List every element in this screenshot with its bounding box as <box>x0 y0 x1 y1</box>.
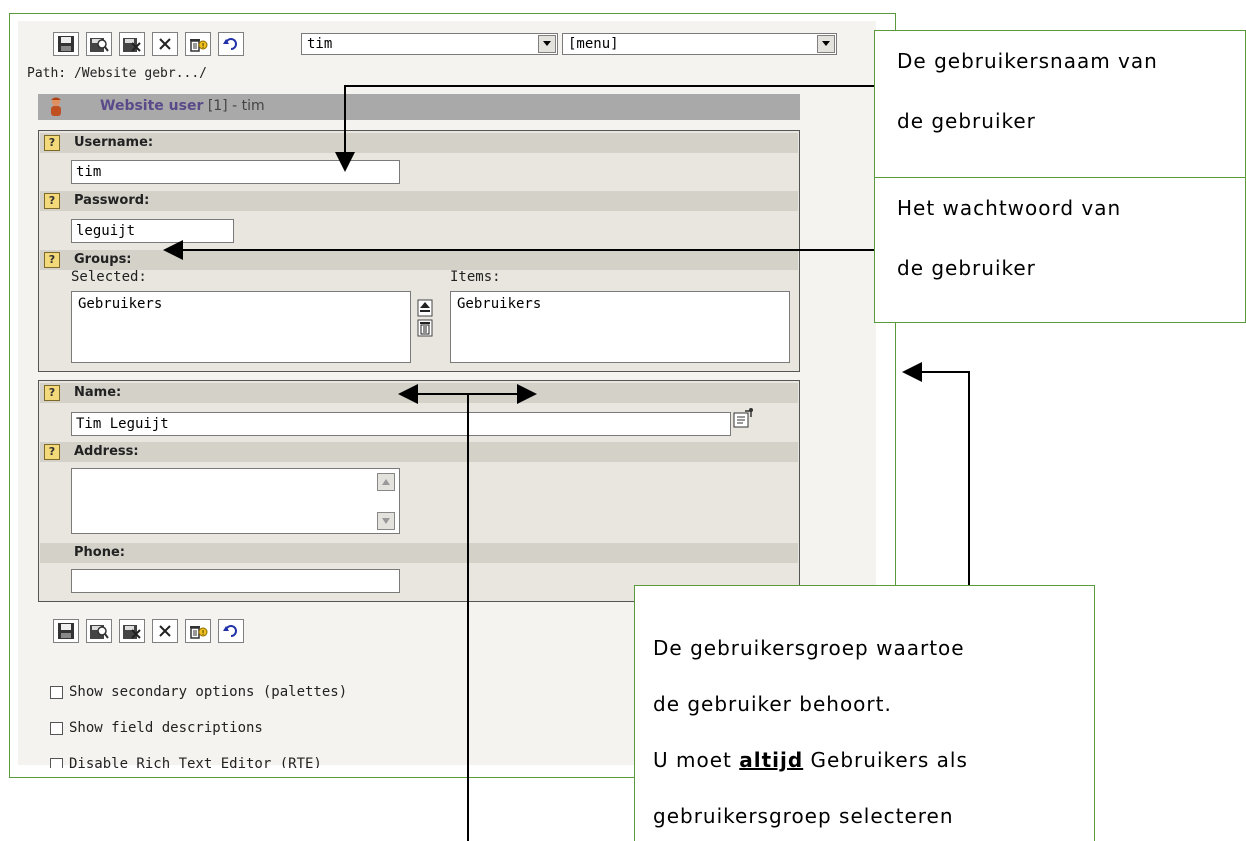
username-input[interactable]: tim <box>71 160 400 184</box>
save-close-icon[interactable] <box>119 32 145 56</box>
callout-text: De gebruikersgroep waartoe <box>653 636 965 660</box>
callout-text: de gebruiker <box>897 109 1036 133</box>
arrow-group <box>902 362 970 585</box>
svg-text:!: ! <box>202 629 205 637</box>
edit-form-icon[interactable] <box>731 407 755 435</box>
checkbox[interactable] <box>50 757 63 768</box>
username-label-row: ? Username: <box>40 133 798 153</box>
phone-input[interactable] <box>71 569 400 593</box>
checkbox[interactable] <box>50 721 63 735</box>
help-icon[interactable]: ? <box>44 385 60 401</box>
move-top-icon[interactable] <box>417 299 433 321</box>
selected-groups-list[interactable]: Gebruikers <box>71 291 411 363</box>
items-label: Items: <box>450 269 501 285</box>
option-field-descriptions[interactable]: Show field descriptions <box>50 720 263 736</box>
option-disable-rte[interactable]: Disable Rich Text Editor (RTE) <box>50 756 322 768</box>
password-input[interactable]: leguijt <box>71 219 234 243</box>
delete-icon[interactable]: ! <box>185 619 211 643</box>
selected-label: Selected: <box>71 269 147 285</box>
close-icon[interactable] <box>152 619 178 643</box>
chevron-down-icon[interactable] <box>817 35 835 53</box>
top-toolbar: ! <box>53 32 244 56</box>
groups-label-row: ? Groups: <box>40 250 798 270</box>
help-icon[interactable]: ? <box>44 444 60 460</box>
option-secondary-palettes[interactable]: Show secondary options (palettes) <box>50 684 347 700</box>
callout-password: Het wachtwoord van de gebruiker <box>874 177 1246 323</box>
save-close-icon[interactable] <box>119 619 145 643</box>
section-personal: ? Name: Tim Leguijt ? Address: Phone: <box>38 380 800 602</box>
available-groups-list[interactable]: Gebruikers <box>450 291 790 363</box>
undo-icon[interactable] <box>218 32 244 56</box>
chevron-down-icon[interactable] <box>538 35 556 53</box>
breadcrumb: Path: /Website gebr.../ <box>27 66 208 81</box>
option-disable-rte-clip: Disable Rich Text Editor (RTE) <box>50 752 380 768</box>
callout-text: gebruikersgroep selecteren <box>653 804 954 828</box>
callout-text: de gebruiker <box>897 256 1036 280</box>
checkbox[interactable] <box>50 685 63 699</box>
name-input[interactable]: Tim Leguijt <box>71 412 731 436</box>
callout-text: U moet altijd Gebruikers als <box>653 748 968 772</box>
delete-icon[interactable]: ! <box>185 32 211 56</box>
svg-text:!: ! <box>202 42 205 50</box>
user-icon <box>48 97 64 121</box>
help-icon[interactable]: ? <box>44 135 60 151</box>
address-textarea[interactable] <box>71 468 400 534</box>
callout-text: De gebruikersnaam van <box>897 49 1158 73</box>
section-login: ? Username: tim ? Password: leguijt ? Group… <box>38 130 800 372</box>
help-icon[interactable]: ? <box>44 252 60 268</box>
save-icon[interactable] <box>53 32 79 56</box>
password-label-row: ? Password: <box>40 191 798 211</box>
save-icon[interactable] <box>53 619 79 643</box>
callout-group: De gebruikersgroep waartoe de gebruiker … <box>634 585 1095 841</box>
callout-text: Het wachtwoord van <box>897 196 1122 220</box>
phone-label-row: Phone: <box>40 543 798 563</box>
save-view-icon[interactable] <box>86 619 112 643</box>
callout-username: De gebruikersnaam van de gebruiker <box>874 30 1246 178</box>
list-item[interactable]: Gebruikers <box>78 296 404 312</box>
undo-icon[interactable] <box>218 619 244 643</box>
address-label-row: ? Address: <box>40 442 798 462</box>
help-icon[interactable]: ? <box>44 193 60 209</box>
trash-icon[interactable] <box>417 319 433 341</box>
name-label-row: ? Name: <box>40 383 798 403</box>
record-title: Website user [1] - tim <box>100 98 265 114</box>
bottom-toolbar: ! <box>53 619 244 643</box>
record-select[interactable]: tim <box>301 33 558 55</box>
list-item[interactable]: Gebruikers <box>457 296 783 312</box>
save-view-icon[interactable] <box>86 32 112 56</box>
close-icon[interactable] <box>152 32 178 56</box>
record-header: Website user [1] - tim <box>38 94 800 120</box>
menu-select[interactable]: [menu] <box>562 33 837 55</box>
callout-text: de gebruiker behoort. <box>653 692 892 716</box>
scroll-up-icon[interactable] <box>377 473 395 491</box>
scroll-down-icon[interactable] <box>377 512 395 530</box>
